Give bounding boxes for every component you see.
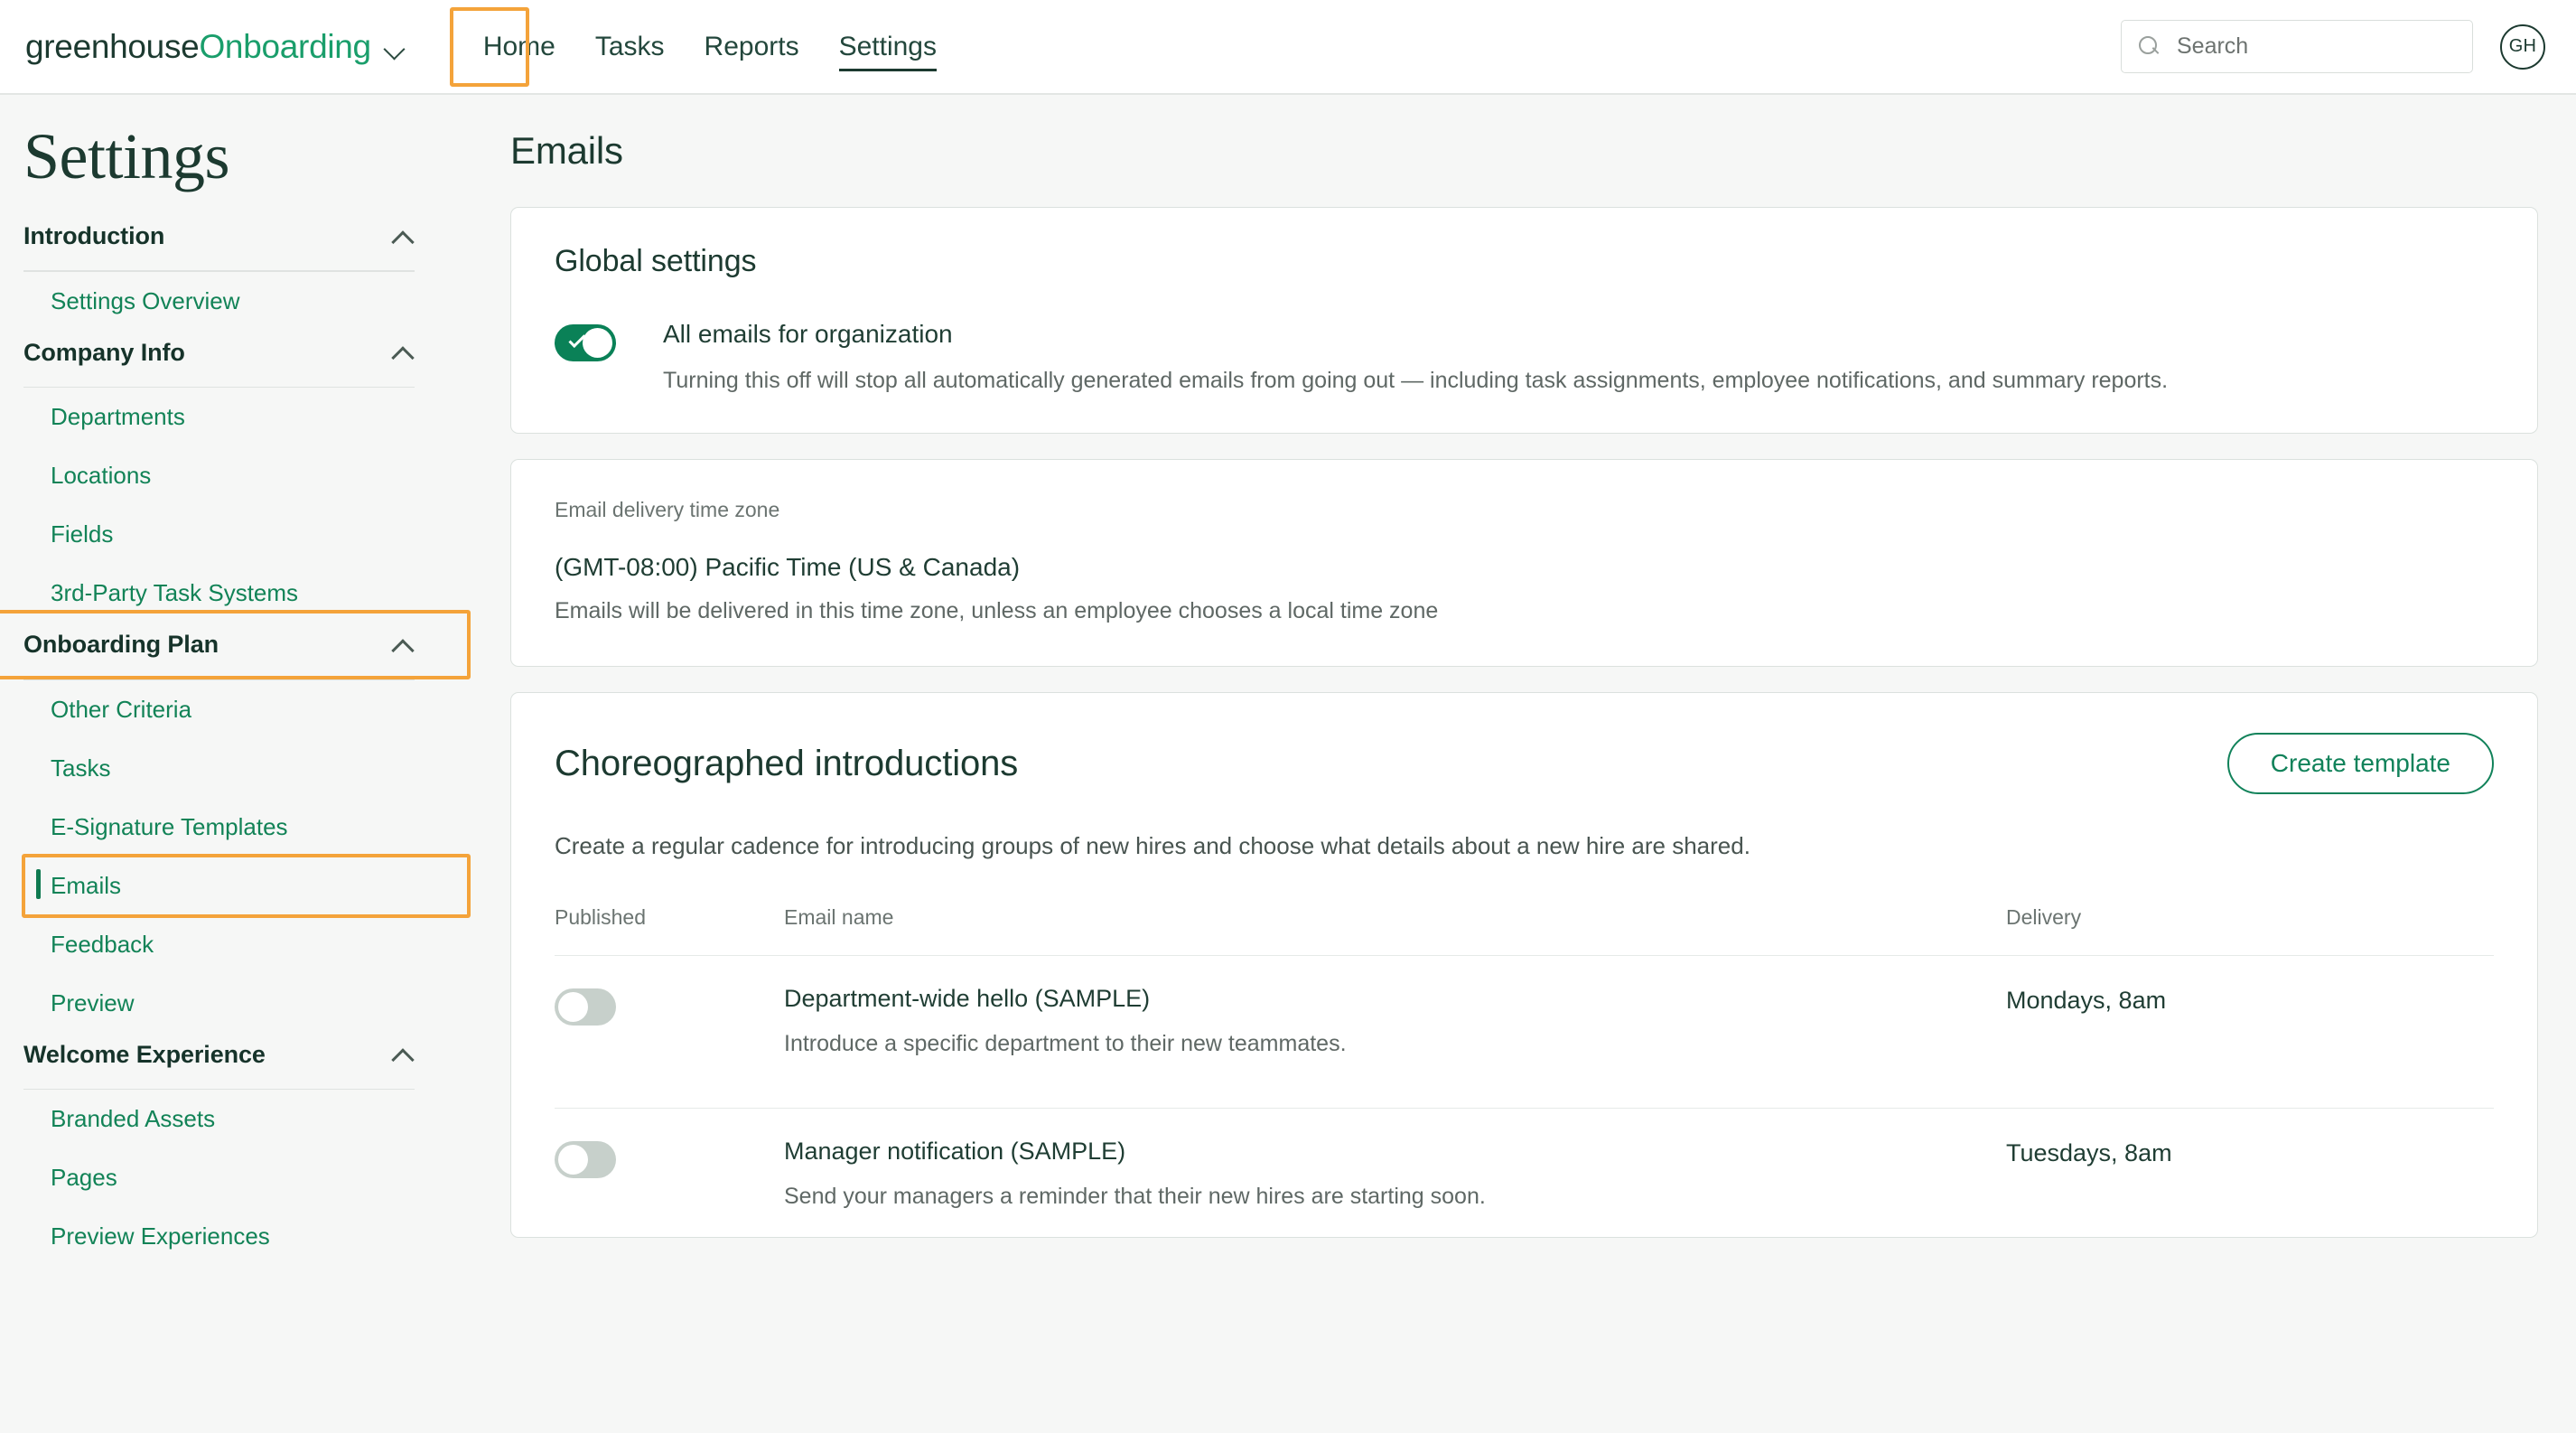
sidebar-item-settings-overview[interactable]: Settings Overview	[0, 272, 454, 331]
table-row: Manager notification (SAMPLE) Send your …	[555, 1108, 2494, 1237]
sidebar-group-label: Introduction	[23, 222, 165, 249]
timezone-label: Email delivery time zone	[555, 498, 780, 522]
chevron-up-icon[interactable]	[391, 345, 415, 360]
sidebar-group-header-onboarding-plan[interactable]: Onboarding Plan	[0, 610, 471, 679]
brand-logo[interactable]: greenhouseOnboarding	[25, 28, 407, 66]
sidebar-item-3rd-party-task-systems[interactable]: 3rd-Party Task Systems	[0, 564, 454, 623]
table-header-row: Published Email name Delivery	[555, 905, 2494, 930]
brand-secondary-text: Onboarding	[199, 27, 371, 65]
timezone-card: Email delivery time zone (GMT-08:00) Pac…	[510, 459, 2538, 668]
published-cell	[555, 985, 784, 1026]
page-title: Settings	[23, 120, 230, 192]
sidebar-group-onboarding-plan: Onboarding Plan Other Criteria Tasks E-S…	[0, 610, 471, 1033]
toggle-knob	[558, 992, 588, 1023]
all-emails-toggle[interactable]	[555, 324, 616, 361]
column-header-email-name: Email name	[784, 905, 894, 930]
global-settings-body: Global settings All emails for organizat…	[511, 208, 2537, 433]
sidebar-item-branded-assets[interactable]: Branded Assets	[0, 1090, 454, 1148]
brand-wordmark: greenhouseOnboarding	[25, 28, 371, 66]
nav-item-tasks[interactable]: Tasks	[575, 23, 685, 71]
settings-sidebar: Settings Introduction Settings Overview …	[0, 95, 471, 1431]
sidebar-group-header-introduction[interactable]: Introduction	[0, 214, 454, 258]
sidebar-item-feedback[interactable]: Feedback	[0, 915, 454, 974]
chevron-up-icon[interactable]	[391, 1047, 415, 1062]
email-name[interactable]: Department-wide hello (SAMPLE)	[784, 985, 2006, 1013]
publish-toggle[interactable]	[555, 1141, 616, 1179]
sidebar-item-other-criteria[interactable]: Other Criteria	[0, 680, 454, 739]
nav-item-settings[interactable]: Settings	[819, 23, 957, 71]
card-heading-global-settings: Global settings	[555, 244, 757, 278]
card-heading-choreographed: Choreographed introductions	[555, 743, 1019, 783]
choreographed-body: Choreographed introductions Create templ…	[511, 693, 2537, 1237]
nav-right-cluster: Search GH	[2121, 20, 2545, 73]
delivery-cell: Mondays, 8am	[2006, 987, 2167, 1015]
sidebar-item-preview[interactable]: Preview	[0, 974, 454, 1033]
page-body: Settings Introduction Settings Overview …	[0, 95, 2576, 1431]
timezone-description: Emails will be delivered in this time zo…	[555, 598, 1439, 624]
all-emails-toggle-row: All emails for organization Turning this…	[555, 320, 2494, 395]
choreographed-introductions-card: Choreographed introductions Create templ…	[510, 692, 2538, 1239]
sidebar-item-emails[interactable]: Emails	[0, 853, 471, 918]
top-navigation-bar: greenhouseOnboarding Home Tasks Reports …	[0, 0, 2576, 95]
sidebar-item-departments[interactable]: Departments	[0, 388, 454, 446]
search-icon	[2138, 35, 2161, 58]
sidebar-group-company-info: Company Info Departments Locations Field…	[0, 331, 454, 623]
email-name-cell: Department-wide hello (SAMPLE) Introduce…	[784, 985, 2006, 1057]
delivery-cell: Tuesdays, 8am	[2006, 1139, 2172, 1167]
brand-primary-text: greenhouse	[25, 27, 200, 65]
sidebar-item-pages[interactable]: Pages	[0, 1148, 454, 1207]
sidebar-group-label: Company Info	[23, 338, 185, 366]
timezone-value[interactable]: (GMT-08:00) Pacific Time (US & Canada)	[555, 553, 2494, 582]
chevron-down-icon[interactable]	[384, 38, 407, 61]
email-name-cell: Manager notification (SAMPLE) Send your …	[784, 1138, 2006, 1210]
sidebar-group-header-company-info[interactable]: Company Info	[0, 331, 454, 375]
nav-item-home[interactable]: Home	[463, 23, 575, 71]
sidebar-item-label: Emails	[51, 871, 122, 899]
sidebar-item-tasks[interactable]: Tasks	[0, 739, 454, 798]
sidebar-item-e-signature-templates[interactable]: E-Signature Templates	[0, 798, 454, 857]
sidebar-group-label: Onboarding Plan	[23, 631, 219, 658]
sidebar-group-header-welcome-experience[interactable]: Welcome Experience	[0, 1033, 454, 1077]
all-emails-toggle-label: All emails for organization	[663, 320, 953, 348]
timezone-body: Email delivery time zone (GMT-08:00) Pac…	[511, 460, 2537, 666]
sidebar-item-locations[interactable]: Locations	[0, 446, 454, 505]
toggle-knob	[583, 328, 612, 358]
chevron-up-icon[interactable]	[391, 638, 415, 652]
sidebar-group-welcome-experience: Welcome Experience Branded Assets Pages …	[0, 1033, 454, 1267]
search-input[interactable]: Search	[2121, 20, 2473, 73]
choreographed-description: Create a regular cadence for introducing…	[555, 832, 1750, 860]
email-description: Send your managers a reminder that their…	[784, 1184, 1486, 1210]
sidebar-group-label: Welcome Experience	[23, 1040, 266, 1068]
toggle-knob	[558, 1145, 588, 1175]
published-cell	[555, 1138, 784, 1179]
sidebar-item-fields[interactable]: Fields	[0, 505, 454, 564]
sidebar-group-introduction: Introduction Settings Overview	[0, 214, 454, 331]
table-row: Department-wide hello (SAMPLE) Introduce…	[555, 955, 2494, 1084]
main-content: Emails Global settings All emails for or…	[454, 95, 2576, 1431]
choreographed-header: Choreographed introductions Create templ…	[555, 733, 2494, 795]
publish-toggle[interactable]	[555, 988, 616, 1026]
search-placeholder: Search	[2177, 33, 2249, 59]
primary-nav: Home Tasks Reports Settings	[463, 23, 957, 71]
sidebar-item-preview-experiences[interactable]: Preview Experiences	[0, 1207, 454, 1266]
nav-item-reports[interactable]: Reports	[685, 23, 819, 71]
avatar[interactable]: GH	[2500, 23, 2545, 70]
column-header-delivery: Delivery	[2006, 905, 2082, 930]
email-name[interactable]: Manager notification (SAMPLE)	[784, 1138, 2006, 1166]
column-header-published: Published	[555, 905, 647, 930]
all-emails-toggle-description: Turning this off will stop all automatic…	[663, 367, 2169, 393]
settings-nav-tree: Introduction Settings Overview Company I…	[0, 189, 471, 1267]
email-description: Introduce a specific department to their…	[784, 1031, 1347, 1057]
section-title-emails: Emails	[510, 129, 623, 172]
global-settings-card: Global settings All emails for organizat…	[510, 207, 2538, 435]
all-emails-toggle-text: All emails for organization Turning this…	[663, 320, 2169, 395]
create-template-button[interactable]: Create template	[2226, 733, 2494, 795]
chevron-up-icon[interactable]	[391, 229, 415, 244]
email-templates-table: Published Email name Delivery Department…	[555, 905, 2494, 1237]
